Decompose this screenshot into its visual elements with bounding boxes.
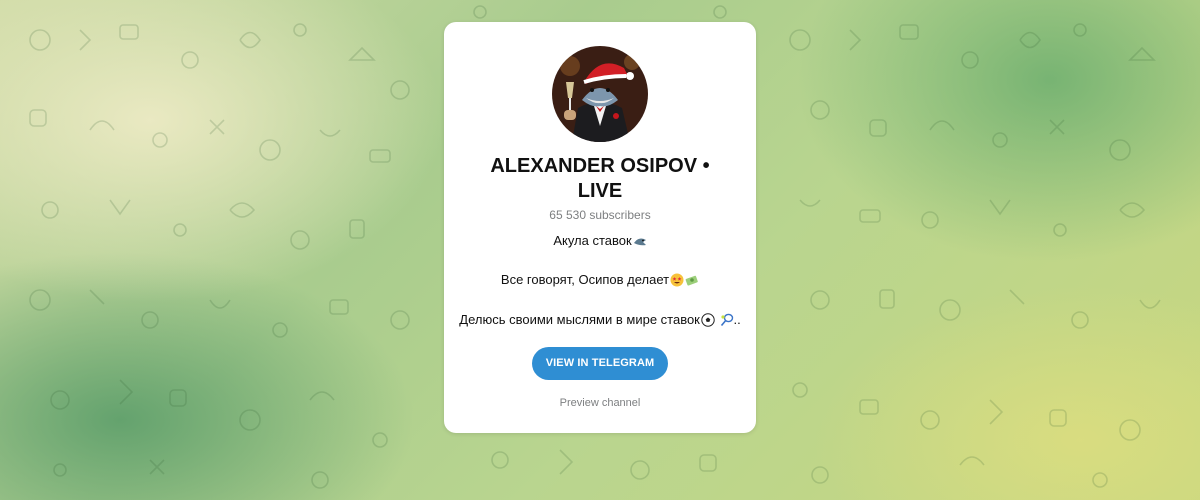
description-line-3-suffix: .. [733,312,741,327]
channel-title-line1: ALEXANDER OSIPOV • [490,155,710,177]
soccer-ball-emoji-icon [701,313,715,331]
subscriber-count: 65 530 subscribers [549,208,651,222]
money-emoji-icon [685,273,699,291]
description-line-3-text: Делюсь своими мыслями в мире ставок [459,312,700,327]
channel-title: ALEXANDER OSIPOV • LIVE [444,154,756,204]
shark-in-tuxedo-avatar-icon [552,46,648,142]
description-line-2-text: Все говорят, Осипов делает [500,272,670,287]
description-line-1-text: Акула ставок [553,233,632,248]
channel-title-line2: LIVE [577,180,623,202]
description-line-2: Все говорят, Осипов делает [444,272,756,291]
description-line-3: Делюсь своими мыслями в мире ставок .. [444,312,756,331]
description-line-1: Акула ставок [444,233,756,252]
view-in-telegram-button[interactable]: VIEW IN TELEGRAM [532,347,668,380]
tennis-emoji-icon [720,313,734,331]
preview-channel-link[interactable]: Preview channel [444,396,756,410]
star-struck-emoji-icon [670,273,684,291]
shark-emoji-icon [633,234,647,252]
channel-avatar[interactable] [552,46,648,142]
channel-card: ALEXANDER OSIPOV • LIVE 65 530 subscribe… [444,22,756,433]
